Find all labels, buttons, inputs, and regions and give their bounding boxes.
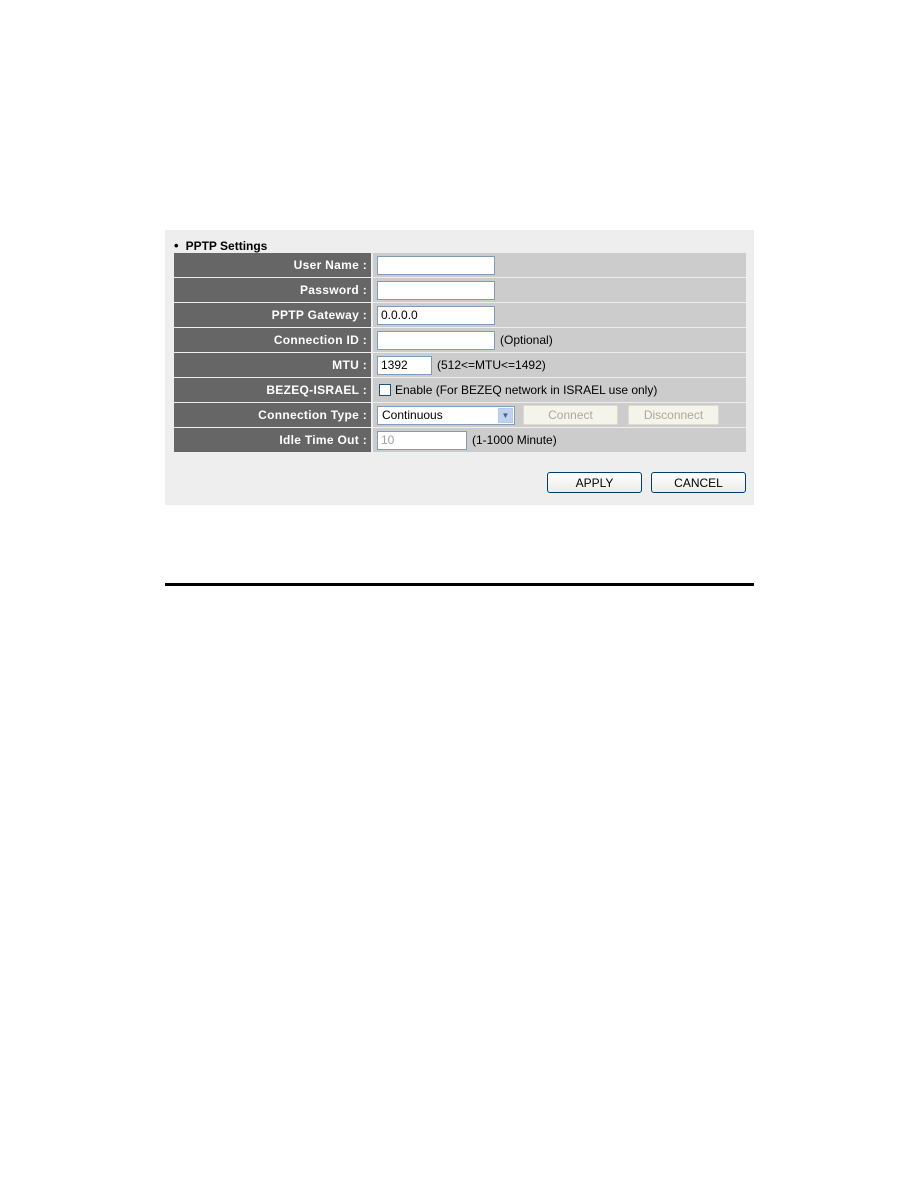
- connection-type-select[interactable]: Continuous ▼: [377, 405, 515, 425]
- disconnect-button[interactable]: Disconnect: [628, 405, 719, 425]
- connection-type-selected: Continuous: [382, 407, 443, 422]
- section-title-text: PPTP Settings: [185, 239, 268, 253]
- connection-type-label: Connection Type :: [174, 403, 373, 428]
- row-connection-id: Connection ID : (Optional): [174, 328, 746, 353]
- horizontal-divider: [165, 583, 754, 586]
- row-user-name: User Name :: [174, 253, 746, 278]
- pptp-gateway-input[interactable]: [377, 305, 495, 325]
- connection-id-label: Connection ID :: [174, 328, 373, 353]
- user-name-label: User Name :: [174, 253, 373, 278]
- row-mtu: MTU : (512<=MTU<=1492): [174, 353, 746, 378]
- row-bezeq-israel: BEZEQ-ISRAEL : Enable (For BEZEQ network…: [174, 378, 746, 403]
- idle-time-out-hint: (1-1000 Minute): [472, 433, 557, 447]
- mtu-label: MTU :: [174, 353, 373, 378]
- section-title: • PPTP Settings: [174, 238, 267, 254]
- row-idle-time-out: Idle Time Out : (1-1000 Minute): [174, 428, 746, 453]
- pptp-gateway-label: PPTP Gateway :: [174, 303, 373, 328]
- bullet-icon: •: [174, 238, 179, 253]
- row-connection-type: Connection Type : Continuous ▼ Connect D…: [174, 403, 746, 428]
- idle-time-out-input[interactable]: [377, 430, 467, 450]
- password-input[interactable]: [377, 280, 495, 300]
- user-name-input[interactable]: [377, 255, 495, 275]
- pptp-settings-panel: • PPTP Settings User Name : Password : PP…: [165, 230, 754, 505]
- idle-time-out-label: Idle Time Out :: [174, 428, 373, 453]
- bezeq-israel-label: BEZEQ-ISRAEL :: [174, 378, 373, 403]
- connection-id-hint: (Optional): [500, 333, 553, 347]
- cancel-button[interactable]: CANCEL: [651, 472, 746, 493]
- row-pptp-gateway: PPTP Gateway :: [174, 303, 746, 328]
- bezeq-enable-checkbox[interactable]: [379, 384, 391, 396]
- password-label: Password :: [174, 278, 373, 303]
- bezeq-enable-label: Enable (For BEZEQ network in ISRAEL use …: [395, 383, 658, 397]
- chevron-down-icon[interactable]: ▼: [498, 407, 513, 423]
- connect-button[interactable]: Connect: [523, 405, 618, 425]
- row-password: Password :: [174, 278, 746, 303]
- mtu-hint: (512<=MTU<=1492): [437, 358, 546, 372]
- settings-form: User Name : Password : PPTP Gateway : Co…: [174, 253, 746, 453]
- apply-button[interactable]: APPLY: [547, 472, 642, 493]
- mtu-input[interactable]: [377, 355, 432, 375]
- connection-id-input[interactable]: [377, 330, 495, 350]
